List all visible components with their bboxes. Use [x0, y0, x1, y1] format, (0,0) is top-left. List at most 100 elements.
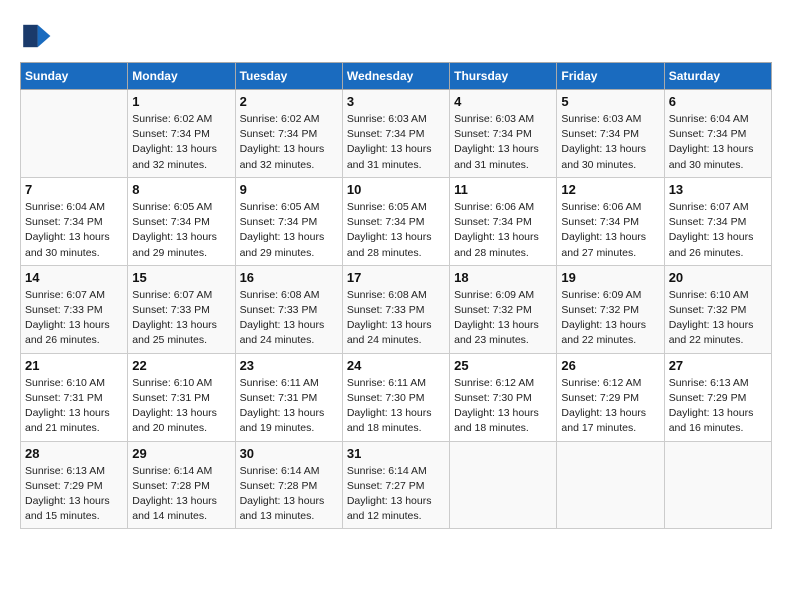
day-info: Sunrise: 6:12 AMSunset: 7:29 PMDaylight:… — [561, 376, 659, 437]
week-row-1: 1 Sunrise: 6:02 AMSunset: 7:34 PMDaylight… — [21, 90, 772, 178]
day-number: 4 — [454, 94, 552, 109]
day-number: 28 — [25, 446, 123, 461]
col-header-thursday: Thursday — [450, 63, 557, 90]
day-number: 10 — [347, 182, 445, 197]
calendar-cell: 9 Sunrise: 6:05 AMSunset: 7:34 PMDaylight… — [235, 177, 342, 265]
day-info: Sunrise: 6:06 AMSunset: 7:34 PMDaylight:… — [561, 200, 659, 261]
day-info: Sunrise: 6:09 AMSunset: 7:32 PMDaylight:… — [561, 288, 659, 349]
col-header-monday: Monday — [128, 63, 235, 90]
day-info: Sunrise: 6:04 AMSunset: 7:34 PMDaylight:… — [25, 200, 123, 261]
day-info: Sunrise: 6:14 AMSunset: 7:28 PMDaylight:… — [132, 464, 230, 525]
week-row-2: 7 Sunrise: 6:04 AMSunset: 7:34 PMDaylight… — [21, 177, 772, 265]
day-number: 7 — [25, 182, 123, 197]
calendar-cell: 18 Sunrise: 6:09 AMSunset: 7:32 PMDayligh… — [450, 265, 557, 353]
day-info: Sunrise: 6:03 AMSunset: 7:34 PMDaylight:… — [561, 112, 659, 173]
day-number: 31 — [347, 446, 445, 461]
calendar-cell: 19 Sunrise: 6:09 AMSunset: 7:32 PMDayligh… — [557, 265, 664, 353]
day-info: Sunrise: 6:10 AMSunset: 7:31 PMDaylight:… — [25, 376, 123, 437]
calendar-cell: 13 Sunrise: 6:07 AMSunset: 7:34 PMDayligh… — [664, 177, 771, 265]
day-info: Sunrise: 6:12 AMSunset: 7:30 PMDaylight:… — [454, 376, 552, 437]
day-number: 11 — [454, 182, 552, 197]
day-number: 17 — [347, 270, 445, 285]
day-number: 25 — [454, 358, 552, 373]
day-number: 27 — [669, 358, 767, 373]
day-info: Sunrise: 6:14 AMSunset: 7:28 PMDaylight:… — [240, 464, 338, 525]
day-number: 16 — [240, 270, 338, 285]
calendar-cell: 20 Sunrise: 6:10 AMSunset: 7:32 PMDayligh… — [664, 265, 771, 353]
week-row-4: 21 Sunrise: 6:10 AMSunset: 7:31 PMDayligh… — [21, 353, 772, 441]
page-header — [20, 20, 772, 52]
day-number: 13 — [669, 182, 767, 197]
week-row-3: 14 Sunrise: 6:07 AMSunset: 7:33 PMDayligh… — [21, 265, 772, 353]
calendar-cell: 10 Sunrise: 6:05 AMSunset: 7:34 PMDayligh… — [342, 177, 449, 265]
day-info: Sunrise: 6:08 AMSunset: 7:33 PMDaylight:… — [240, 288, 338, 349]
day-info: Sunrise: 6:14 AMSunset: 7:27 PMDaylight:… — [347, 464, 445, 525]
calendar-cell: 29 Sunrise: 6:14 AMSunset: 7:28 PMDayligh… — [128, 441, 235, 529]
calendar-cell — [21, 90, 128, 178]
day-info: Sunrise: 6:05 AMSunset: 7:34 PMDaylight:… — [347, 200, 445, 261]
col-header-saturday: Saturday — [664, 63, 771, 90]
calendar-cell: 5 Sunrise: 6:03 AMSunset: 7:34 PMDaylight… — [557, 90, 664, 178]
calendar-cell: 16 Sunrise: 6:08 AMSunset: 7:33 PMDayligh… — [235, 265, 342, 353]
calendar-cell: 22 Sunrise: 6:10 AMSunset: 7:31 PMDayligh… — [128, 353, 235, 441]
day-info: Sunrise: 6:09 AMSunset: 7:32 PMDaylight:… — [454, 288, 552, 349]
calendar-cell — [557, 441, 664, 529]
logo-icon — [20, 20, 52, 52]
calendar-cell: 14 Sunrise: 6:07 AMSunset: 7:33 PMDayligh… — [21, 265, 128, 353]
day-info: Sunrise: 6:03 AMSunset: 7:34 PMDaylight:… — [347, 112, 445, 173]
day-number: 15 — [132, 270, 230, 285]
day-number: 23 — [240, 358, 338, 373]
calendar-cell: 31 Sunrise: 6:14 AMSunset: 7:27 PMDayligh… — [342, 441, 449, 529]
day-info: Sunrise: 6:07 AMSunset: 7:34 PMDaylight:… — [669, 200, 767, 261]
calendar-cell: 23 Sunrise: 6:11 AMSunset: 7:31 PMDayligh… — [235, 353, 342, 441]
calendar-cell: 6Sunrise: 6:04 AMSunset: 7:34 PMDaylight… — [664, 90, 771, 178]
calendar-cell: 26Sunrise: 6:12 AMSunset: 7:29 PMDayligh… — [557, 353, 664, 441]
day-number: 29 — [132, 446, 230, 461]
calendar-table: SundayMondayTuesdayWednesdayThursdayFrid… — [20, 62, 772, 529]
calendar-cell: 2Sunrise: 6:02 AMSunset: 7:34 PMDaylight… — [235, 90, 342, 178]
day-number: 2 — [240, 94, 338, 109]
day-number: 18 — [454, 270, 552, 285]
day-number: 20 — [669, 270, 767, 285]
day-info: Sunrise: 6:02 AMSunset: 7:34 PMDaylight:… — [132, 112, 230, 173]
calendar-cell: 30Sunrise: 6:14 AMSunset: 7:28 PMDayligh… — [235, 441, 342, 529]
calendar-cell: 28Sunrise: 6:13 AMSunset: 7:29 PMDayligh… — [21, 441, 128, 529]
day-info: Sunrise: 6:13 AMSunset: 7:29 PMDaylight:… — [669, 376, 767, 437]
calendar-cell: 8 Sunrise: 6:05 AMSunset: 7:34 PMDaylight… — [128, 177, 235, 265]
day-number: 21 — [25, 358, 123, 373]
week-row-5: 28Sunrise: 6:13 AMSunset: 7:29 PMDayligh… — [21, 441, 772, 529]
day-number: 24 — [347, 358, 445, 373]
day-info: Sunrise: 6:03 AMSunset: 7:34 PMDaylight:… — [454, 112, 552, 173]
col-header-wednesday: Wednesday — [342, 63, 449, 90]
calendar-cell: 24Sunrise: 6:11 AMSunset: 7:30 PMDayligh… — [342, 353, 449, 441]
col-header-sunday: Sunday — [21, 63, 128, 90]
day-number: 12 — [561, 182, 659, 197]
day-info: Sunrise: 6:06 AMSunset: 7:34 PMDaylight:… — [454, 200, 552, 261]
calendar-cell: 3 Sunrise: 6:03 AMSunset: 7:34 PMDaylight… — [342, 90, 449, 178]
day-info: Sunrise: 6:07 AMSunset: 7:33 PMDaylight:… — [132, 288, 230, 349]
day-info: Sunrise: 6:05 AMSunset: 7:34 PMDaylight:… — [132, 200, 230, 261]
day-info: Sunrise: 6:10 AMSunset: 7:31 PMDaylight:… — [132, 376, 230, 437]
day-number: 9 — [240, 182, 338, 197]
day-info: Sunrise: 6:10 AMSunset: 7:32 PMDaylight:… — [669, 288, 767, 349]
calendar-cell: 7 Sunrise: 6:04 AMSunset: 7:34 PMDaylight… — [21, 177, 128, 265]
calendar-cell: 25 Sunrise: 6:12 AMSunset: 7:30 PMDayligh… — [450, 353, 557, 441]
calendar-cell: 1 Sunrise: 6:02 AMSunset: 7:34 PMDaylight… — [128, 90, 235, 178]
day-number: 3 — [347, 94, 445, 109]
day-info: Sunrise: 6:05 AMSunset: 7:34 PMDaylight:… — [240, 200, 338, 261]
logo — [20, 20, 56, 52]
day-number: 19 — [561, 270, 659, 285]
day-info: Sunrise: 6:07 AMSunset: 7:33 PMDaylight:… — [25, 288, 123, 349]
day-number: 1 — [132, 94, 230, 109]
col-header-tuesday: Tuesday — [235, 63, 342, 90]
day-number: 5 — [561, 94, 659, 109]
calendar-cell: 27 Sunrise: 6:13 AMSunset: 7:29 PMDayligh… — [664, 353, 771, 441]
calendar-cell: 4 Sunrise: 6:03 AMSunset: 7:34 PMDaylight… — [450, 90, 557, 178]
day-number: 22 — [132, 358, 230, 373]
day-number: 8 — [132, 182, 230, 197]
calendar-cell: 12 Sunrise: 6:06 AMSunset: 7:34 PMDayligh… — [557, 177, 664, 265]
day-number: 6 — [669, 94, 767, 109]
day-number: 14 — [25, 270, 123, 285]
calendar-cell: 21 Sunrise: 6:10 AMSunset: 7:31 PMDayligh… — [21, 353, 128, 441]
day-info: Sunrise: 6:11 AMSunset: 7:31 PMDaylight:… — [240, 376, 338, 437]
